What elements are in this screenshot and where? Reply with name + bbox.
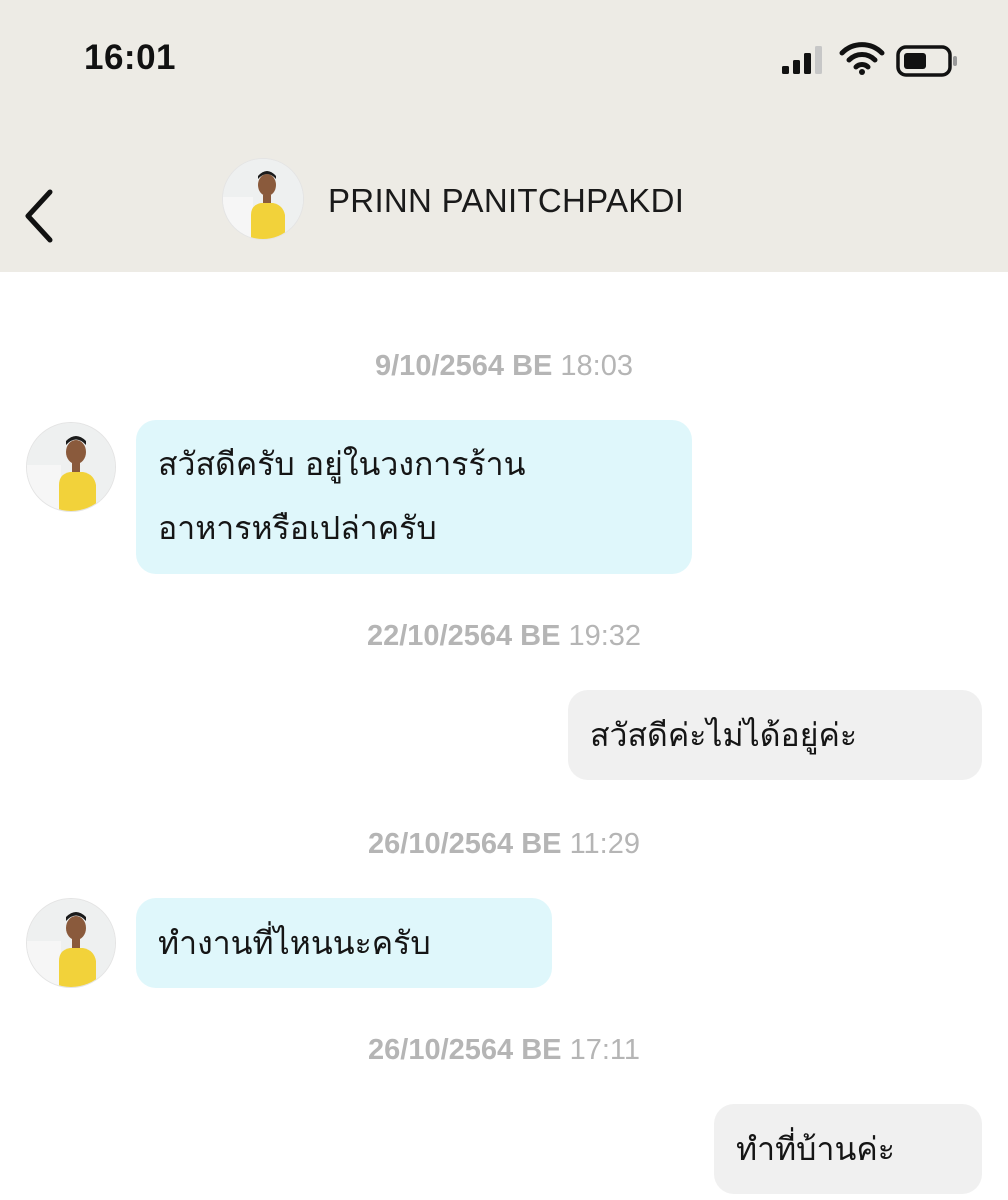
sender-avatar[interactable]: [26, 898, 116, 988]
timestamp-time: 11:29: [569, 828, 640, 860]
message-text-line: สวัสดีครับ อยู่ในวงการร้าน: [158, 445, 526, 483]
message-timestamp: 26/10/2564 BE 11:29: [0, 828, 1008, 861]
incoming-message-bubble[interactable]: สวัสดีครับ อยู่ในวงการร้าน อาหารหรือเปล่…: [136, 420, 692, 574]
contact-avatar[interactable]: [222, 158, 304, 240]
wifi-icon: [839, 42, 885, 75]
battery-icon: [896, 45, 957, 77]
message-timestamp: 26/10/2564 BE 17:11: [0, 1034, 1008, 1067]
person-photo-icon: [27, 423, 115, 511]
back-button[interactable]: [14, 180, 64, 250]
person-photo-icon: [223, 159, 303, 239]
chevron-left-icon: [25, 189, 53, 243]
message-text-line: สวัสดีค่ะไม่ได้อยู่ค่ะ: [590, 716, 858, 754]
message-timestamp: 9/10/2564 BE 18:03: [0, 350, 1008, 383]
timestamp-date: 26/10/2564 BE: [368, 1034, 562, 1066]
contact-name: PRINN PANITCHPAKDI: [328, 182, 685, 219]
outgoing-message-bubble[interactable]: สวัสดีค่ะไม่ได้อยู่ค่ะ: [568, 690, 982, 780]
message-text-line: ทำที่บ้านค่ะ: [736, 1130, 895, 1168]
message-text-line: อาหารหรือเปล่าครับ: [158, 509, 437, 547]
timestamp-date: 9/10/2564 BE: [375, 350, 553, 382]
outgoing-message-bubble[interactable]: ทำที่บ้านค่ะ: [714, 1104, 982, 1194]
timestamp-time: 18:03: [560, 350, 633, 382]
incoming-message-bubble[interactable]: ทำงานที่ไหนนะครับ: [136, 898, 552, 988]
person-photo-icon: [27, 899, 115, 987]
message-text-line: ทำงานที่ไหนนะครับ: [158, 924, 431, 962]
chat-header: 16:01 PRINN PANITCHPAKDI: [0, 0, 1008, 272]
message-list: 9/10/2564 BE 18:03 สวัสดีครับ อยู่ในวงกา…: [0, 272, 1008, 1200]
sender-avatar[interactable]: [26, 422, 116, 512]
timestamp-time: 19:32: [568, 620, 642, 652]
message-timestamp: 22/10/2564 BE 19:32: [0, 620, 1008, 653]
status-bar-time: 16:01: [84, 38, 177, 77]
cellular-signal-icon: [782, 46, 822, 74]
timestamp-date: 26/10/2564 BE: [368, 828, 562, 860]
timestamp-date: 22/10/2564 BE: [366, 620, 561, 652]
timestamp-time: 17:11: [569, 1034, 640, 1066]
